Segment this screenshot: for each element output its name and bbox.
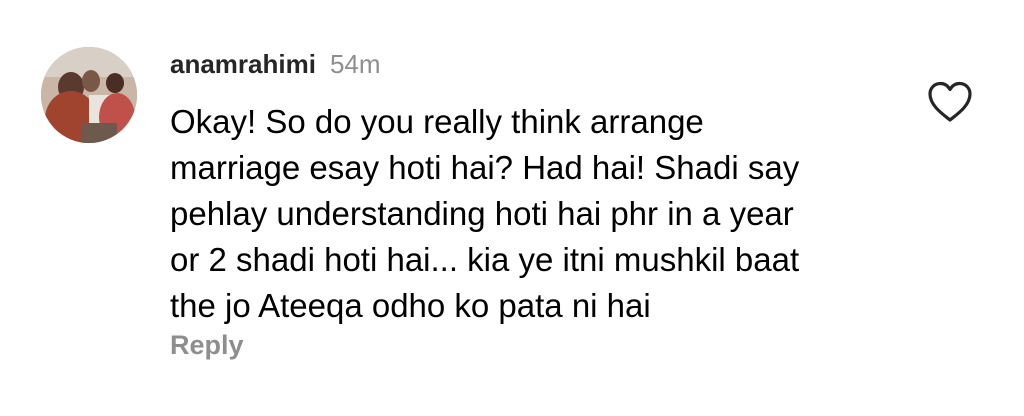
username[interactable]: anamrahimi — [170, 49, 316, 80]
comment-text-line: marriage esay hoti hai? Had hai! Shadi s… — [170, 149, 800, 186]
like-button[interactable] — [926, 80, 974, 124]
timestamp: 54m — [329, 48, 381, 79]
profile-photo — [41, 47, 137, 143]
comment-text-line: or 2 shadi hoti hai... kia ye itni mushk… — [170, 241, 800, 278]
comment-text-line: the jo Ateeqa odho ko pata ni hai — [170, 287, 651, 324]
reply-button[interactable]: Reply — [170, 330, 244, 361]
comment-text-line: Okay! So do you really think arrange — [170, 103, 704, 140]
comment-text-line: pehlay understanding hoti hai phr in a y… — [170, 195, 794, 232]
heart-outline-icon — [928, 81, 972, 122]
comment-text: Okay! So do you really think arrange mar… — [170, 99, 890, 329]
comment-header: anamrahimi 54m — [170, 46, 381, 82]
comment: anamrahimi 54m Okay! So do you really th… — [0, 0, 1024, 416]
avatar[interactable] — [41, 47, 137, 143]
